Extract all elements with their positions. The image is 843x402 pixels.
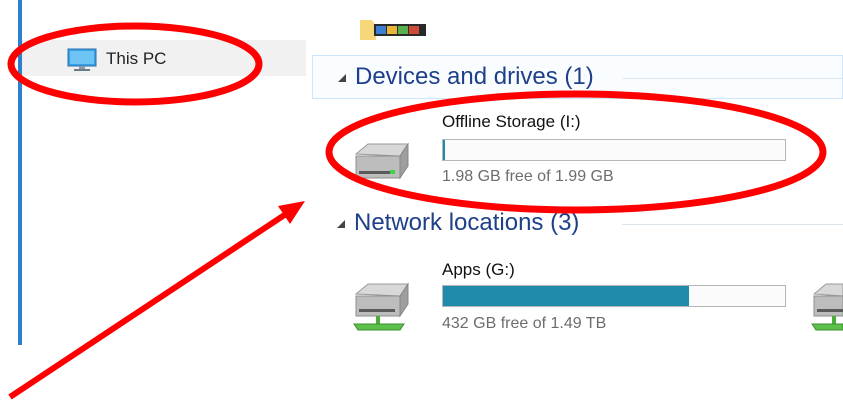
nav-item-this-pc[interactable]: This PC (22, 40, 306, 76)
collapse-chevron-icon[interactable] (334, 217, 348, 231)
network-drive-icon (353, 282, 409, 331)
group-header-label: Network locations (3) (354, 209, 580, 236)
drive-capacity-bar (442, 285, 786, 307)
collapse-chevron-icon[interactable] (335, 71, 349, 85)
network-drive-icon-partial[interactable] (808, 282, 843, 332)
group-header-devices[interactable]: Devices and drives (1) (312, 55, 843, 99)
drive-capacity-fill (443, 140, 445, 160)
drive-free-space: 1.98 GB free of 1.99 GB (442, 168, 614, 185)
drive-free-space: 432 GB free of 1.49 TB (442, 315, 607, 332)
drive-name: Offline Storage (I:) (442, 112, 581, 131)
folder-thumbnail-icon (360, 20, 426, 40)
nav-item-label: This PC (106, 49, 167, 68)
group-header-label: Devices and drives (1) (355, 63, 602, 91)
navigation-pane: This PC (0, 0, 312, 402)
group-header-divider (622, 224, 843, 225)
drive-capacity-fill (443, 286, 690, 306)
group-header-divider (623, 78, 842, 79)
drive-name: Apps (G:) (442, 260, 515, 279)
hard-drive-icon (354, 142, 409, 180)
this-pc-icon (67, 48, 97, 71)
drive-capacity-bar (442, 139, 786, 161)
group-header-network[interactable]: Network locations (3) (312, 202, 843, 246)
